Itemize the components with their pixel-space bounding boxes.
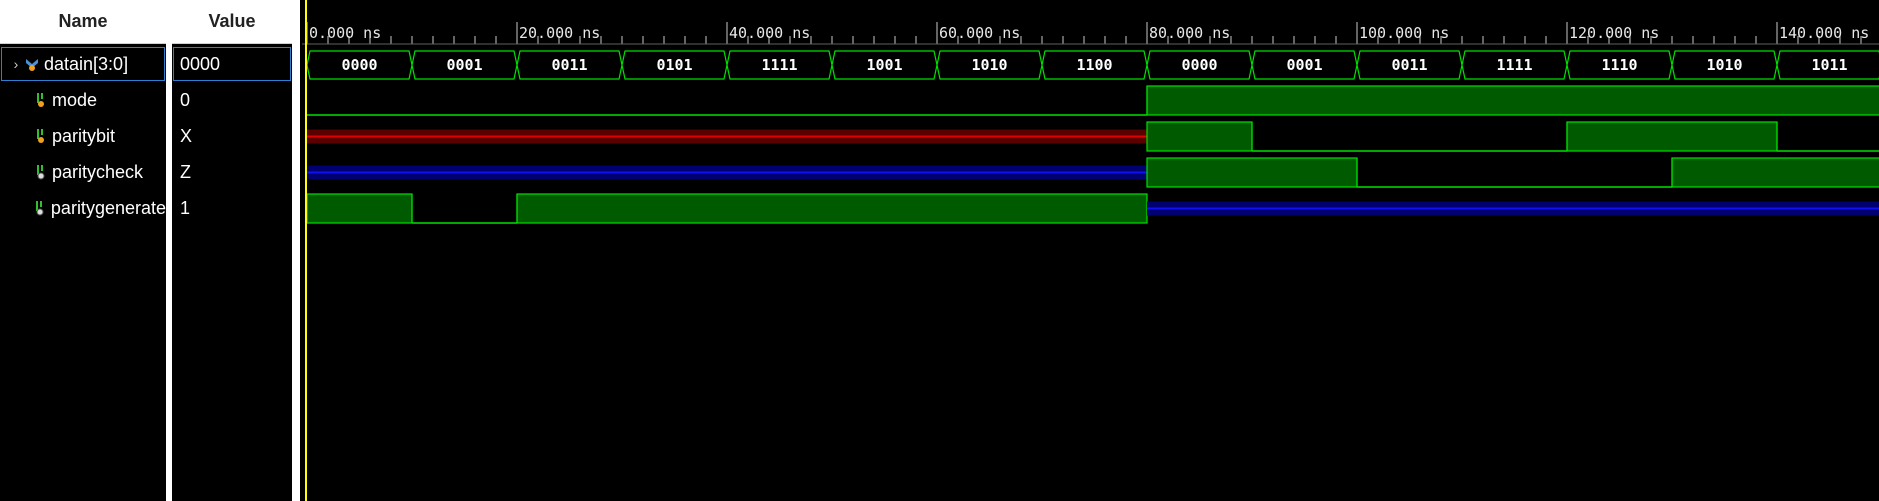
ruler-tick-label: 120.000 ns [1569,24,1659,42]
signal-row-datain[interactable]: › datain[3:0] [0,46,166,82]
signal-row-paritygenerate[interactable]: paritygenerate [0,190,166,226]
ruler-tick-label: 140.000 ns [1779,24,1869,42]
ruler-tick-label: 80.000 ns [1149,24,1230,42]
output-signal-icon [37,165,45,180]
value-column-header[interactable]: Value [172,0,292,44]
ruler-tick-label: 40.000 ns [729,24,810,42]
bus-value-label: 0101 [656,56,692,74]
bus-value-label: 0011 [551,56,587,74]
bus-value-label: 1011 [1811,56,1847,74]
signal-name: paritybit [52,125,116,146]
signal-row-mode[interactable]: mode [0,82,166,118]
name-column-header[interactable]: Name [0,0,166,44]
signal-name: paritygenerate [50,197,166,218]
paritybit-high-segment [1566,121,1778,152]
signal-row-paritycheck[interactable]: paritycheck [0,154,166,190]
signal-value-paritygenerate: 1 [180,197,191,218]
bus-value-label: 1010 [1706,56,1742,74]
ruler-tick-label: 60.000 ns [939,24,1020,42]
signal-name: mode [52,89,98,110]
input-signal-icon [37,93,44,107]
signal-row-paritybit[interactable]: paritybit [0,118,166,154]
bus-value-label: 1001 [866,56,902,74]
value-wave-splitter[interactable] [292,0,300,501]
waveform-canvas[interactable]: 0.000 ns 20.000 ns 40.000 ns 60.000 ns 80.00… [302,0,1879,501]
ruler-tick-label: 0.000 ns [309,24,381,42]
bus-value-label: 1110 [1601,56,1637,74]
paritybit-high-segment [1146,121,1253,152]
paritygenerate-high-segment [306,193,413,224]
bus-value-label: 0001 [446,56,482,74]
bus-value-label: 1111 [1496,56,1532,74]
bus-value-label: 0011 [1391,56,1427,74]
bus-value-label: 0000 [341,56,377,74]
signal-value-paritybit: X [180,125,193,146]
bus-value-label: 0000 [1181,56,1217,74]
signal-value-datain: 0000 [172,46,292,82]
expand-chevron-icon[interactable]: › [8,56,24,72]
signal-value-paritycheck: Z [180,161,191,182]
ruler-tick-label: 100.000 ns [1359,24,1449,42]
paritycheck-high-segment [1146,157,1358,188]
signal-name: paritycheck [52,161,144,182]
mode-high-segment [1146,85,1879,116]
signal-name: datain[3:0] [44,53,129,74]
output-signal-icon [35,201,44,216]
bus-value-label: 1100 [1076,56,1112,74]
bus-value-label: 0001 [1286,56,1322,74]
bus-value-label: 1010 [971,56,1007,74]
ruler-tick-label: 20.000 ns [519,24,600,42]
bus-value-label: 1111 [761,56,797,74]
signal-value-mode: 0 [180,89,191,110]
input-signal-icon [37,129,44,143]
bus-icon [26,59,38,71]
paritycheck-high-segment [1671,157,1879,188]
paritygenerate-high-segment [516,193,1148,224]
